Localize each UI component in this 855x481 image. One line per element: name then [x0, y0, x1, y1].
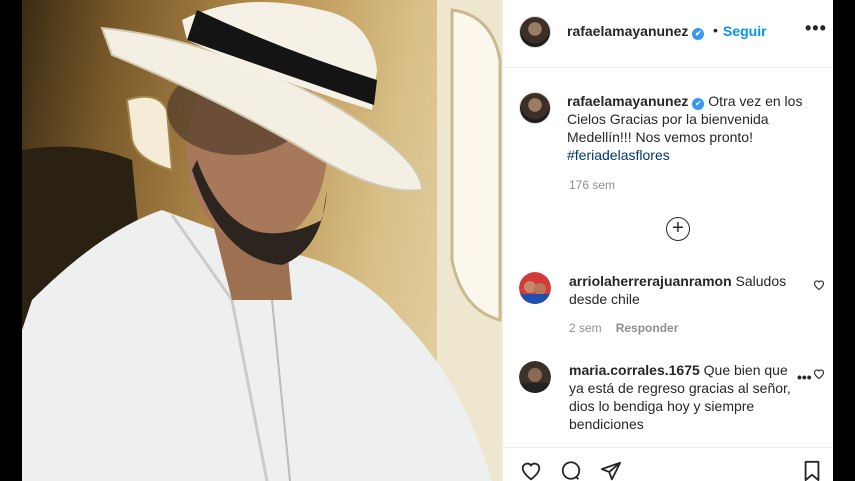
verified-badge-icon: ✔: [692, 28, 705, 40]
post-side-panel: rafaelamayanunez ✔ • Seguir ••• rafaelama…: [502, 0, 834, 481]
comment-more-icon[interactable]: •••: [789, 369, 812, 385]
airplane-window: [450, 8, 502, 322]
commenter-avatar-image: [519, 361, 551, 393]
header-separator: •: [713, 22, 718, 38]
post-photo[interactable]: [22, 0, 502, 481]
comment-text: maria.corrales.1675 Que bien que ya está…: [569, 361, 799, 433]
comment-text: arriolaherrerajuanramon Saludos desde ch…: [569, 272, 799, 308]
plus-circle-icon[interactable]: +: [666, 217, 690, 241]
share-icon[interactable]: [599, 460, 623, 481]
heart-icon[interactable]: [813, 367, 825, 383]
more-options-icon[interactable]: •••: [805, 18, 827, 39]
commenter-avatar[interactable]: [519, 272, 551, 304]
follow-button[interactable]: Seguir: [723, 23, 767, 39]
comment-icon[interactable]: [559, 460, 583, 481]
post-header: rafaelamayanunez ✔ • Seguir •••: [503, 0, 834, 68]
caption-username[interactable]: rafaelamayanunez: [567, 93, 688, 109]
commenter-username[interactable]: arriolaherrerajuanramon: [569, 273, 732, 289]
letterbox-right: [833, 0, 855, 481]
screen-frame: rafaelamayanunez ✔ • Seguir ••• rafaelama…: [0, 0, 855, 481]
caption-timestamp[interactable]: 176 sem: [569, 178, 615, 192]
hashtag-link[interactable]: #feriadelasflores: [567, 147, 670, 163]
reply-button[interactable]: Responder: [616, 321, 679, 335]
author-avatar[interactable]: [519, 16, 551, 48]
comment-meta: 2 sem Responder: [569, 321, 678, 335]
commenter-avatar-image: [519, 272, 551, 304]
airplane-window-left: [125, 95, 174, 172]
commenter-avatar[interactable]: [519, 361, 551, 393]
commenter-username[interactable]: maria.corrales.1675: [569, 362, 700, 378]
caption-verified-badge-icon: ✔: [692, 98, 705, 110]
author-username-text[interactable]: rafaelamayanunez: [567, 23, 688, 39]
photo-illustration: [22, 0, 502, 481]
bookmark-icon[interactable]: [801, 460, 823, 481]
author-username[interactable]: rafaelamayanunez ✔: [567, 23, 705, 40]
caption-avatar[interactable]: [519, 92, 551, 124]
post-action-bar: [503, 447, 834, 481]
heart-icon[interactable]: [519, 460, 543, 481]
caption-text: rafaelamayanunez ✔ Otra vez en los Cielos…: [567, 92, 817, 164]
heart-icon[interactable]: [813, 278, 825, 294]
comment-timestamp[interactable]: 2 sem: [569, 321, 602, 335]
